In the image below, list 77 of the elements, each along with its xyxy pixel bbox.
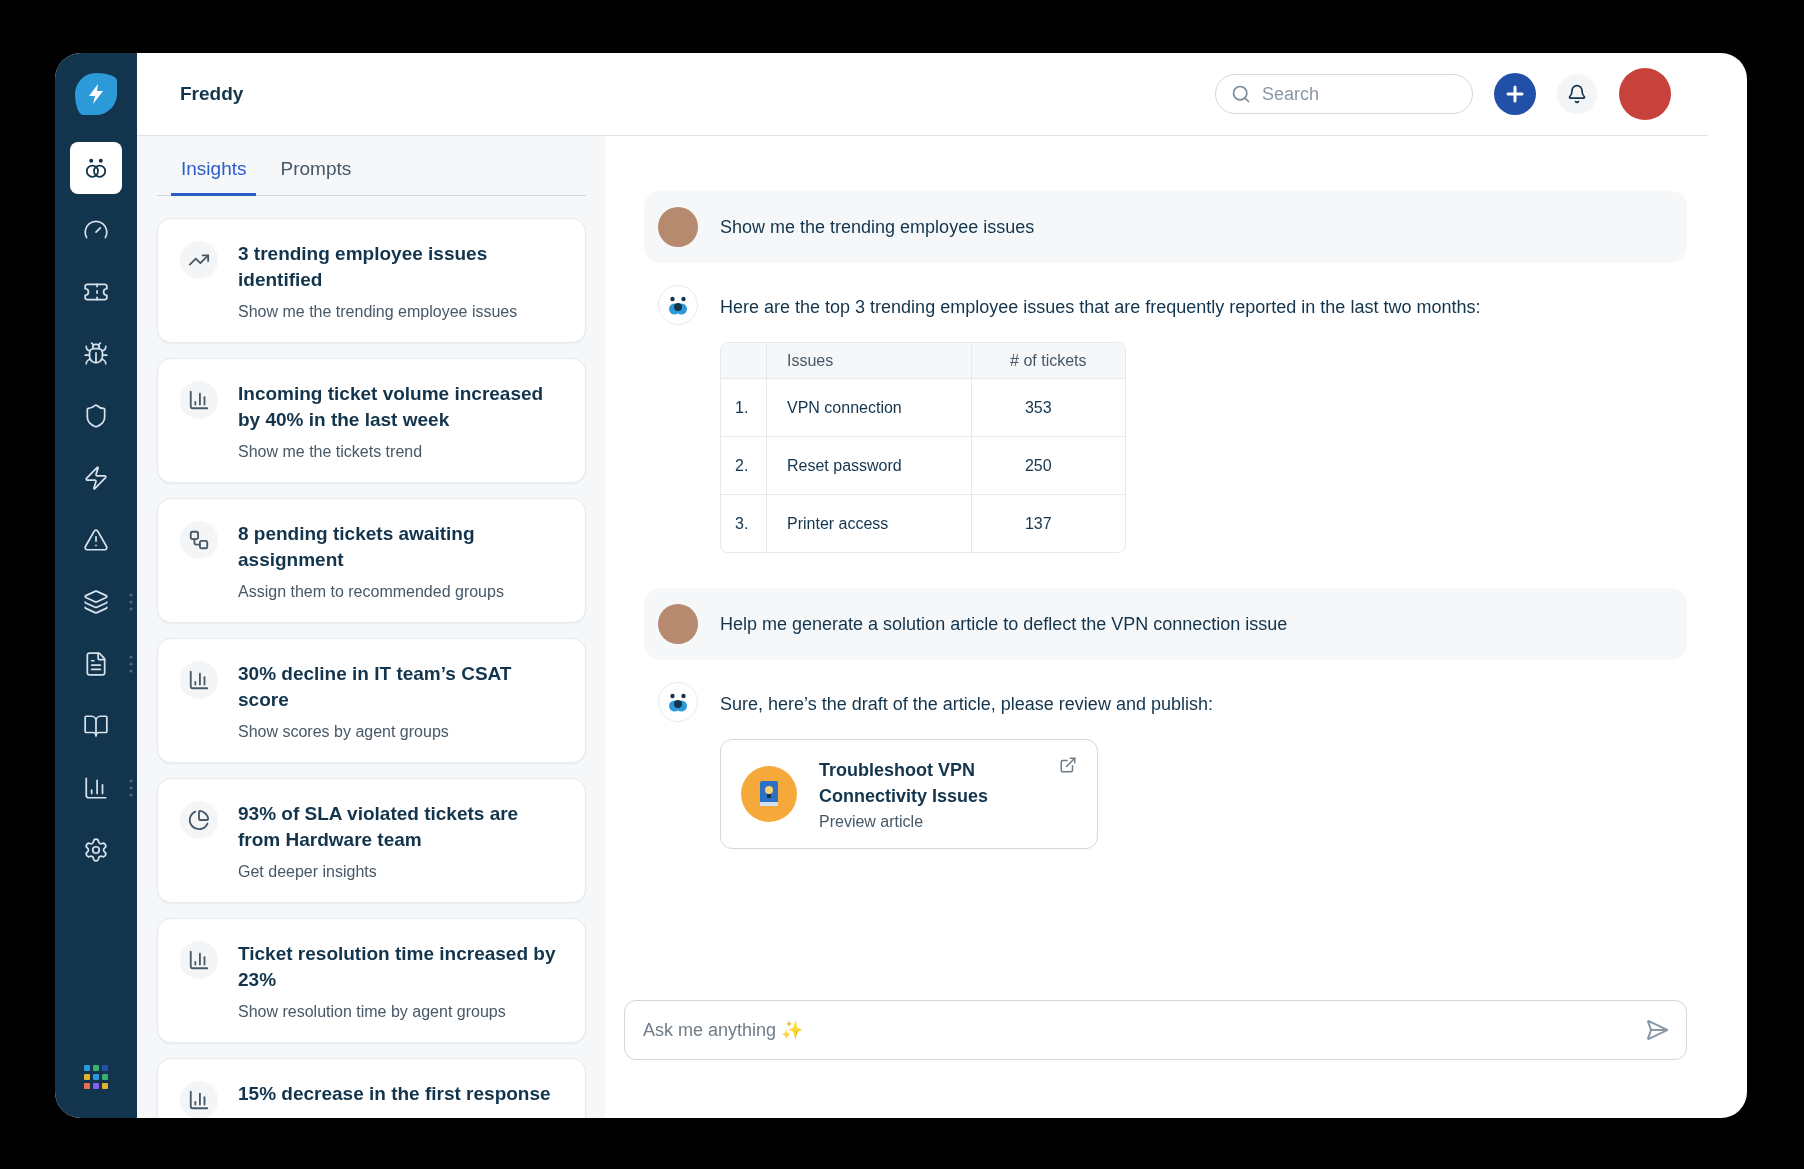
drag-handle-icon[interactable] (129, 593, 133, 611)
table-cell: 137 (970, 494, 1125, 552)
table-cell: 2. (721, 436, 766, 494)
warning-icon (83, 527, 109, 553)
insight-card[interactable]: 8 pending tickets awaiting assignment Assign them to recommended groups (157, 498, 586, 623)
insight-card[interactable]: 30% decline in IT team’s CSAT score Show scores by agent groups (157, 638, 586, 763)
add-button[interactable] (1494, 73, 1536, 115)
send-icon[interactable] (1645, 1018, 1669, 1042)
nav-item[interactable] (70, 142, 122, 194)
table-cell: 250 (970, 436, 1125, 494)
article-card[interactable]: Troubleshoot VPN Connectivity Issues Preview article (720, 739, 1098, 849)
insight-card[interactable]: Incoming ticket volume increased by 40% in the last week Show me the tickets trend (157, 358, 586, 483)
layers-icon (83, 589, 109, 615)
message-text: Here are the top 3 trending employee issues that are frequently reported in the last two months: (720, 297, 1481, 318)
tab[interactable]: Insights (171, 154, 257, 196)
bar-chart-icon (188, 949, 210, 971)
table-cell: VPN connection (766, 378, 971, 436)
insight-action: Get deeper insights (238, 863, 378, 881)
notifications-button[interactable] (1557, 74, 1597, 114)
logo-icon[interactable] (75, 73, 117, 115)
message-input[interactable]: Ask me anything ✨ (624, 1000, 1687, 1060)
insight-card[interactable]: 93% of SLA violated tickets are from Hardware team Get deeper insights (157, 778, 586, 903)
table-cell: Reset password (766, 436, 971, 494)
table-cell: Printer access (766, 494, 971, 552)
insight-action: Assign them to recommended groups (238, 583, 505, 601)
article-icon (741, 766, 797, 822)
message-text: Help me generate a solution article to deflect the VPN connection issue (720, 613, 1288, 635)
zap-icon (83, 465, 109, 491)
insight-title: 30% decline in IT team’s CSAT score (238, 662, 513, 712)
table-cell: 1. (721, 378, 766, 436)
app-grid-icon[interactable] (83, 1064, 109, 1090)
insight-title: 15% decrease in the first response (238, 1082, 551, 1106)
bar-chart-icon (188, 1089, 210, 1111)
book-icon (83, 713, 109, 739)
pie-chart-icon (188, 809, 210, 831)
message-text: Sure, here’s the draft of the article, please review and publish: (720, 694, 1213, 715)
insight-card[interactable]: 15% decrease in the first response (157, 1058, 586, 1118)
bug-icon (83, 341, 109, 367)
message-text: Show me the trending employee issues (720, 216, 1035, 238)
insight-title: 93% of SLA violated tickets are from Hardware team (238, 802, 520, 852)
insight-title: 3 trending employee issues identified (238, 242, 489, 292)
shield-icon (83, 403, 109, 429)
bar-chart-icon (188, 669, 210, 691)
bot-avatar (658, 682, 698, 722)
insight-title: Ticket resolution time increased by 23% (238, 942, 557, 992)
preview-link[interactable]: Preview article (819, 813, 1037, 831)
search-field[interactable]: Search (1215, 74, 1473, 114)
table-header: Issues (766, 343, 971, 378)
bell-icon (1567, 84, 1587, 104)
table-cell: 3. (721, 494, 766, 552)
user-avatar (658, 207, 698, 247)
page-title: Freddy (180, 83, 245, 105)
insight-action: Show me the trending employee issues (238, 303, 519, 321)
workflow-icon (188, 529, 210, 551)
bar-chart-icon (83, 775, 109, 801)
drag-handle-icon[interactable] (129, 655, 133, 673)
insight-action: Show scores by agent groups (238, 723, 450, 741)
insight-title: 8 pending tickets awaiting assignment (238, 522, 476, 572)
article-title: Troubleshoot VPN Connectivity Issues (819, 759, 990, 808)
user-avatar[interactable] (1619, 68, 1671, 120)
external-link-icon[interactable] (1059, 756, 1077, 774)
bar-chart-icon (188, 389, 210, 411)
settings-icon (83, 837, 109, 863)
insight-card[interactable]: Ticket resolution time increased by 23% Show resolution time by agent groups (157, 918, 586, 1043)
drag-handle-icon[interactable] (129, 779, 133, 797)
insight-action: Show resolution time by agent groups (238, 1003, 507, 1021)
table-header: # of tickets (970, 343, 1125, 378)
bot-avatar (658, 285, 698, 325)
table-header (721, 343, 766, 378)
user-avatar (658, 604, 698, 644)
document-icon (83, 651, 109, 677)
table-cell: 353 (970, 378, 1125, 436)
insight-action: Show me the tickets trend (238, 443, 424, 461)
insight-card[interactable]: 3 trending employee issues identified Show me the trending employee issues (157, 218, 586, 343)
tab[interactable]: Prompts (270, 154, 362, 196)
search-icon (1231, 84, 1251, 104)
insight-title: Incoming ticket volume increased by 40% in the last week (238, 382, 545, 432)
